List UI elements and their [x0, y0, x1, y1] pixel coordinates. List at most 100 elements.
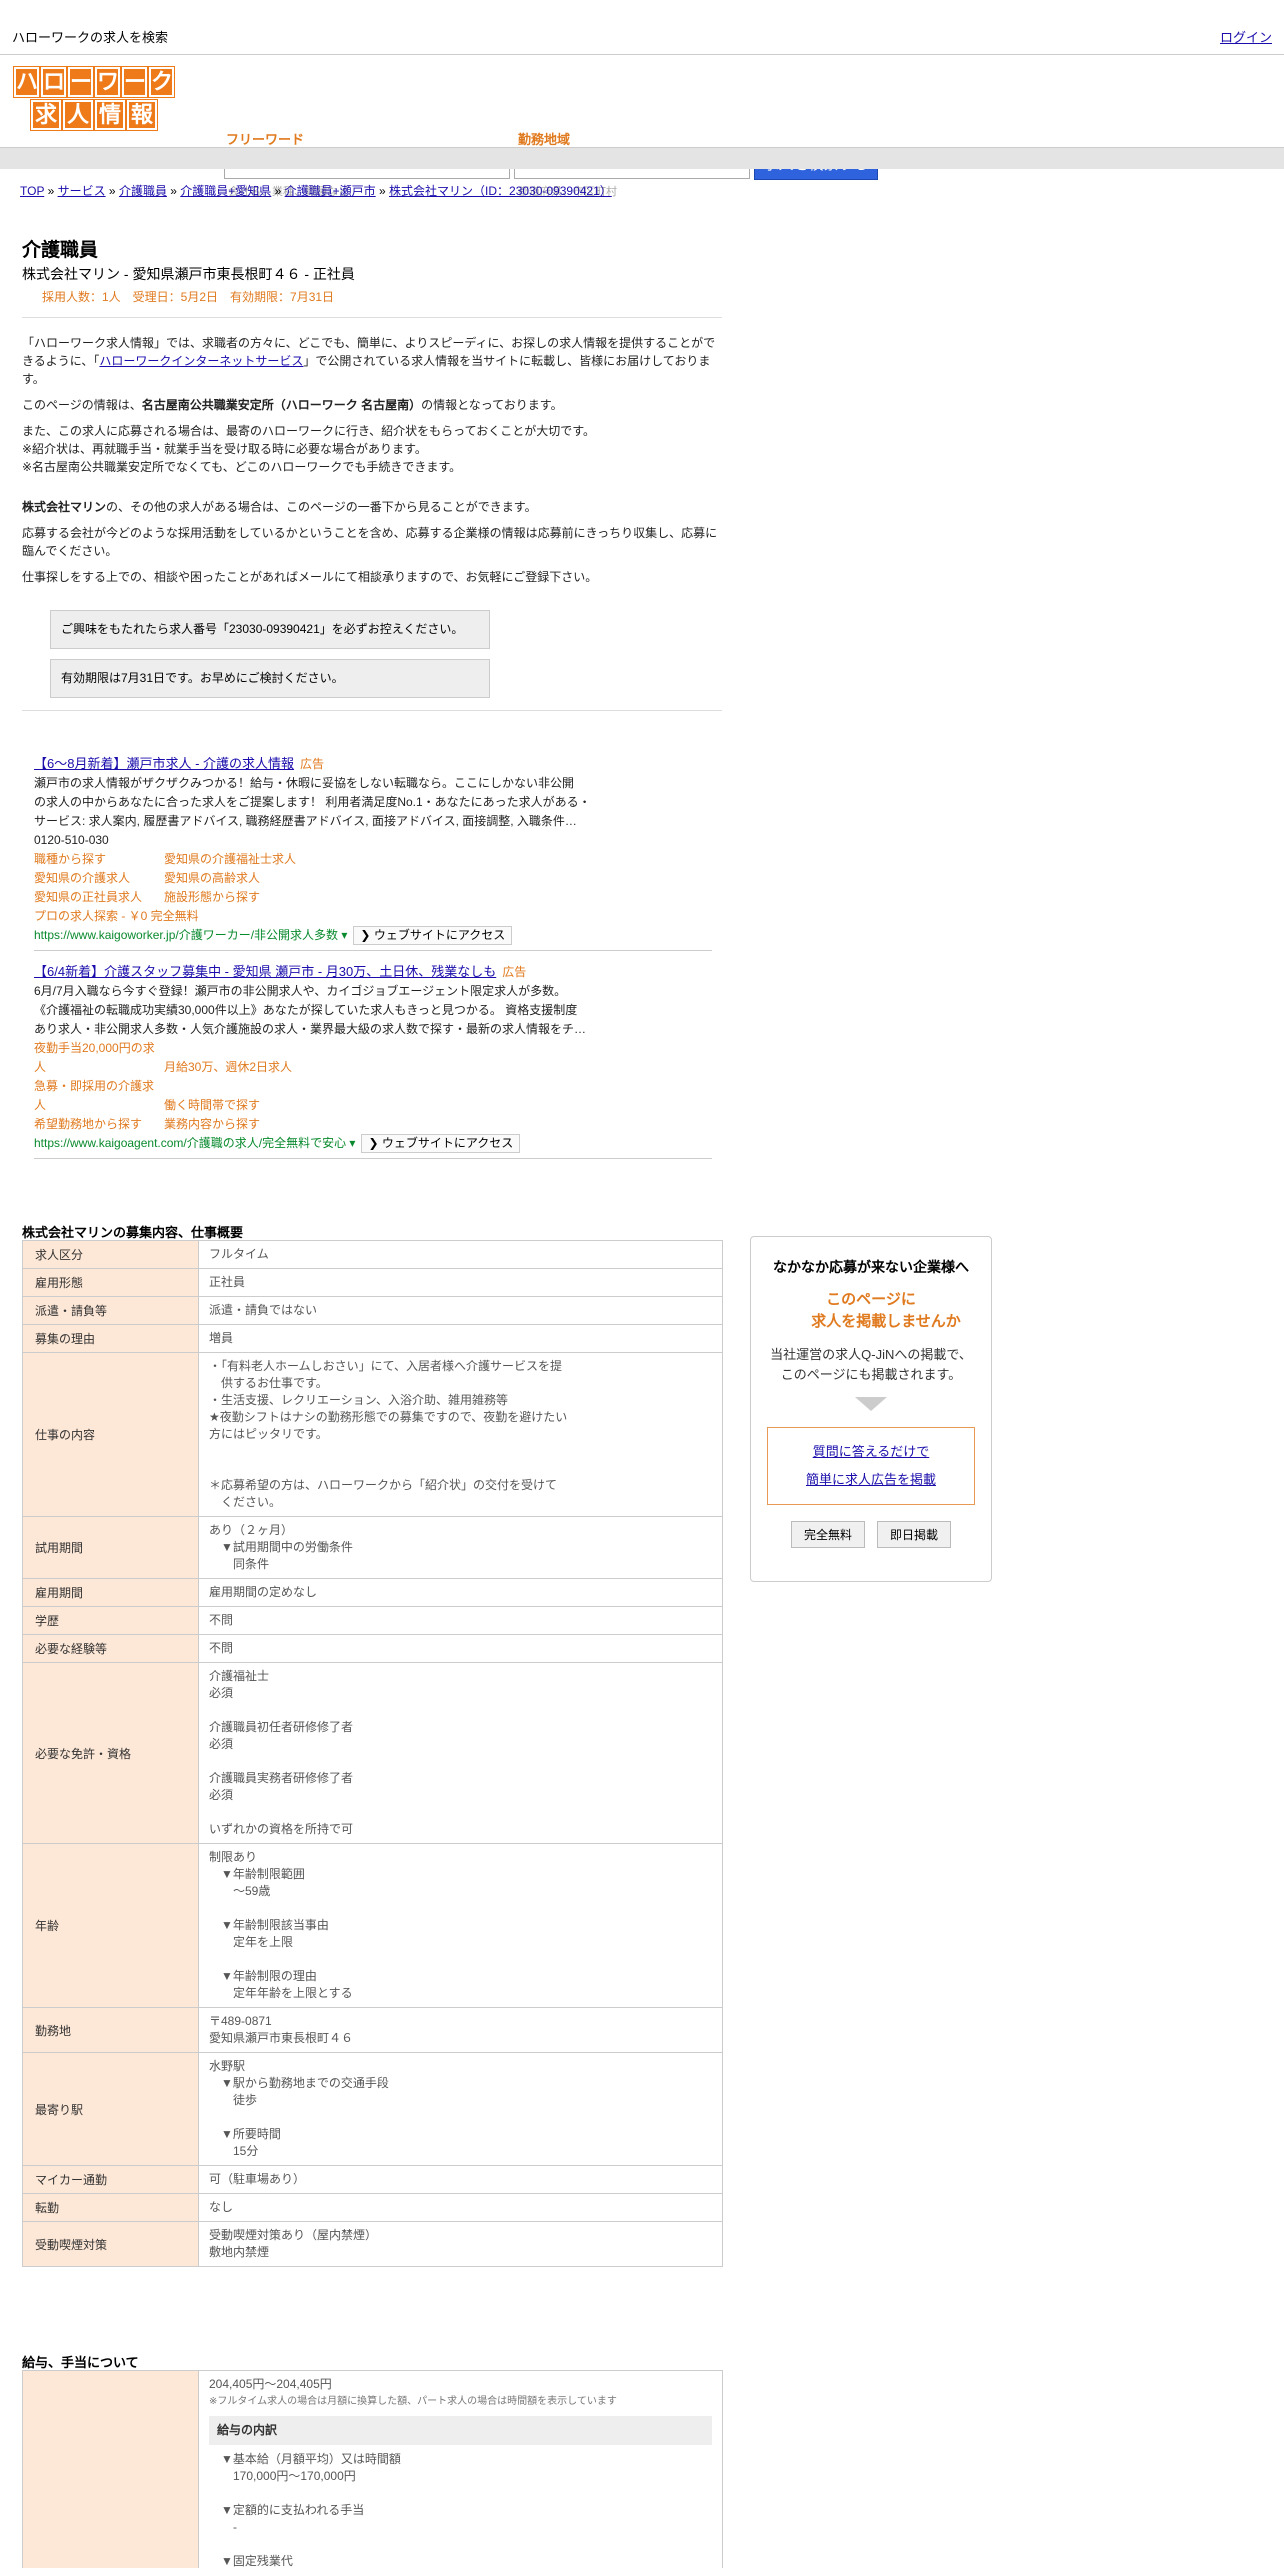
detail-key: 年齢	[22, 1843, 199, 2008]
detail-row: 転勤 なし	[22, 2193, 723, 2222]
logo-char: ク	[149, 67, 174, 97]
header-band	[0, 147, 1284, 169]
salary-table: 204,405円〜204,405円 ※フルタイム求人の場合は月額に換算した額、パ…	[22, 2370, 723, 2568]
divider	[34, 950, 712, 951]
ad-url[interactable]: https://www.kaigoworker.jp/介護ワーカー/非公開求人多…	[34, 928, 338, 942]
salary-key	[22, 2370, 199, 2568]
logo-char: ハ	[14, 67, 39, 97]
site-title: ハローワークの求人を検索	[12, 30, 169, 45]
ad-sitelink[interactable]: 月給30万、週休2日求人	[164, 1058, 292, 1077]
sidebar-heading: なかなか応募が来ない企業様へ	[773, 1259, 969, 1275]
salary-note: ※フルタイム求人の場合は月額に換算した額、パート求人の場合は時間額を表示していま…	[209, 2396, 617, 2407]
divider	[22, 710, 722, 711]
details-section-title: 株式会社マリンの募集内容、仕事概要	[22, 1225, 244, 1240]
hellowork-logo[interactable]: ハローワーク 求人情報	[6, 67, 182, 130]
detail-row: 派遣・請負等 派遣・請負ではない	[22, 1296, 723, 1325]
detail-value: 不問	[198, 1634, 723, 1663]
salary-line: ▼固定残業代	[209, 2554, 293, 2568]
detail-value: 制限あり ▼年齢制限範囲 〜59歳 ▼年齢制限該当事由 定年を上限 ▼年齢制限の…	[198, 1843, 723, 2008]
ad-extra[interactable]: プロの求人探索 - ￥0 完全無料	[34, 907, 702, 926]
detail-value: フルタイム	[198, 1240, 723, 1269]
ad-sitelink[interactable]: 働く時間帯で探す	[164, 1096, 260, 1115]
header: ハローワーク 求人情報 フリーワード 会社名、業種、職種など 勤務地域 都道府県…	[0, 55, 1284, 198]
breadcrumb-link[interactable]: サービス	[58, 184, 106, 198]
intro-p4: 株式会社マリンの、その他の求人がある場合は、このページの一番下から見ることができ…	[22, 500, 537, 514]
intro-p1: 「ハローワーク求人情報」では、求職者の方々に、どこでも、簡単に、よりスピーディに…	[22, 336, 716, 386]
expiry-note: 有効期限は7月31日です。お早めにご検討ください。	[50, 659, 490, 698]
job-dates: 採用人数：1人 受理日：5月2日 有効期限：7月31日	[42, 290, 335, 304]
ad-text: 瀬戸市の求人情報がザクザクみつかる！給与・休暇に妥協をしない転職なら。ここにしか…	[34, 776, 575, 790]
sidebar-link-post[interactable]: 簡単に求人広告を掲載	[806, 1472, 936, 1487]
ad-block: 【6/4新着】介護スタッフ募集中 - 愛知県 瀬戸市 - 月30万、土日休、残業…	[34, 962, 702, 1153]
details-table: 求人区分 フルタイム 雇用形態 正社員 派遣・請負等 派遣・請負ではない 募集の理由 増員 仕事…	[22, 1240, 723, 2267]
down-arrow-icon	[855, 1397, 887, 1411]
detail-value: 派遣・請負ではない	[198, 1296, 723, 1325]
ad-sitelink[interactable]: 希望勤務地から探す	[34, 1115, 164, 1134]
logo-char: 人	[63, 100, 93, 130]
detail-value: 不問	[198, 1606, 723, 1635]
ad-sitelink[interactable]: 夜勤手当20,000円の求人	[34, 1039, 164, 1077]
ad-sitelink[interactable]: 施設形態から探す	[164, 888, 260, 907]
ad-sitelink[interactable]: 愛知県の介護福祉士求人	[164, 850, 296, 869]
detail-value: 〒489-0871 愛知県瀬戸市東長根町４６	[198, 2007, 723, 2053]
sidebar-link-answer[interactable]: 質問に答えるだけで	[813, 1444, 930, 1459]
breadcrumb-link[interactable]: 介護職員	[119, 184, 167, 198]
breadcrumb-link[interactable]: 介護職員+愛知県	[180, 184, 271, 198]
detail-row: 受動喫煙対策 受動喫煙対策あり（屋内禁煙） 敷地内禁煙	[22, 2221, 723, 2267]
ad-visit-button[interactable]: ❯ ウェブサイトにアクセス	[361, 1134, 521, 1153]
detail-key: 雇用期間	[22, 1578, 199, 1607]
detail-key: 派遣・請負等	[22, 1296, 199, 1325]
detail-row: 必要な免許・資格 介護福祉士 必須 介護職員初任者研修修了者 必須 介護職員実務者研修修了…	[22, 1662, 723, 1844]
detail-key: 必要な経験等	[22, 1634, 199, 1663]
logo-char: 情	[95, 100, 125, 130]
ad-sitelink[interactable]: 急募・即採用の介護求人	[34, 1077, 164, 1115]
same-day-button[interactable]: 即日掲載	[877, 1521, 952, 1548]
ad-url[interactable]: https://www.kaigoagent.com/介護職の求人/完全無料で安…	[34, 1136, 346, 1150]
detail-value: 水野駅 ▼駅から勤務地までの交通手段 徒歩 ▼所要時間 15分	[198, 2052, 723, 2166]
detail-value: 正社員	[198, 1268, 723, 1297]
salary-section-title: 給与、手当について	[22, 2355, 139, 2370]
detail-key: 仕事の内容	[22, 1352, 199, 1517]
sidebar-description: 当社運営の求人Q-JiNへの掲載で、 このページにも掲載されます。	[770, 1347, 972, 1382]
breadcrumb-link[interactable]: 介護職員+瀬戸市	[285, 184, 376, 198]
detail-value: 増員	[198, 1324, 723, 1353]
detail-row: 求人区分 フルタイム	[22, 1240, 723, 1269]
logo-char: ロ	[41, 67, 66, 97]
breadcrumb-link[interactable]: 株式会社マリン（ID：23030-09390421）	[389, 184, 612, 198]
ad-visit-button[interactable]: ❯ ウェブサイトにアクセス	[353, 926, 513, 945]
detail-key: 募集の理由	[22, 1324, 199, 1353]
ad-sitelink[interactable]: 業務内容から探す	[164, 1115, 260, 1134]
detail-value: 介護福祉士 必須 介護職員初任者研修修了者 必須 介護職員実務者研修修了者 必須 いずれかの…	[198, 1662, 723, 1844]
breadcrumb-link[interactable]: TOP	[20, 184, 44, 198]
sidebar-offer: このページに 求人を掲載しませんか	[811, 1291, 961, 1330]
detail-key: 最寄り駅	[22, 2052, 199, 2166]
detail-row: 必要な経験等 不問	[22, 1634, 723, 1663]
intro-p5: 応募する会社が今どのような採用活動をしているかということを含め、応募する企業様の…	[22, 526, 718, 558]
logo-char: ー	[122, 67, 147, 97]
ad-sitelink[interactable]: 愛知県の介護求人	[34, 869, 164, 888]
ad-phone[interactable]: 0120-510-030	[34, 831, 702, 850]
ad-title[interactable]: 【6/4新着】介護スタッフ募集中 - 愛知県 瀬戸市 - 月30万、土日休、残業…	[34, 964, 496, 979]
detail-value: 可（駐車場あり）	[198, 2165, 723, 2194]
login-link[interactable]: ログイン	[1220, 27, 1272, 46]
ad-text: 6月/7月入職なら今すぐ登録！瀬戸市の非公開求人や、カイゴジョブエージェント限定…	[34, 984, 567, 998]
divider	[34, 1158, 712, 1159]
detail-key: 雇用形態	[22, 1268, 199, 1297]
ad-text: サービス: 求人案内, 履歴書アドバイス, 職務経歴書アドバイス, 面接アドバイ…	[34, 814, 577, 828]
free-button[interactable]: 完全無料	[790, 1521, 865, 1548]
ad-sitelink[interactable]: 愛知県の正社員求人	[34, 888, 164, 907]
salary-line: -	[209, 2520, 237, 2534]
ad-title[interactable]: 【6～8月新着】瀬戸市求人 - 介護の求人情報	[34, 756, 294, 771]
ad-text: 《介護福祉の転職成功実績30,000件以上》あなたが探していた求人もきっと見つか…	[34, 1003, 578, 1017]
detail-value: 受動喫煙対策あり（屋内禁煙） 敷地内禁煙	[198, 2221, 723, 2267]
breadcrumb-separator: »	[375, 184, 390, 198]
salary-line: ▼定額的に支払われる手当	[209, 2503, 365, 2517]
breadcrumb-separator: »	[271, 184, 285, 198]
job-number-note: ご興味をもたれたら求人番号「23030-09390421」を必ずお控えください。	[50, 610, 490, 649]
hellowork-internet-link[interactable]: ハローワークインターネットサービス	[99, 354, 303, 368]
logo-char: 報	[127, 100, 157, 130]
ad-sitelink[interactable]: 職種から探す	[34, 850, 164, 869]
ad-sitelink[interactable]: 愛知県の高齢求人	[164, 869, 260, 888]
detail-row: 勤務地 〒489-0871 愛知県瀬戸市東長根町４６	[22, 2007, 723, 2053]
salary-line: 170,000円〜170,000円	[209, 2469, 356, 2483]
